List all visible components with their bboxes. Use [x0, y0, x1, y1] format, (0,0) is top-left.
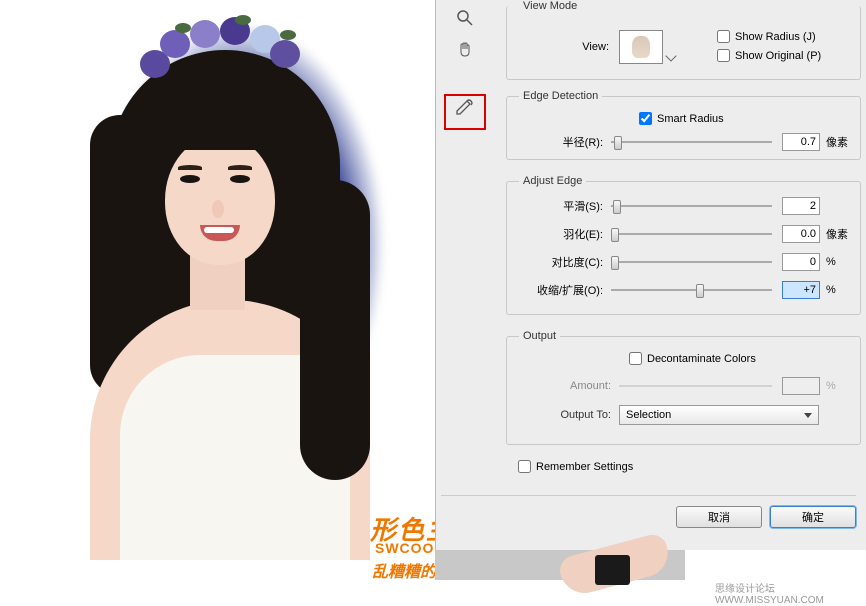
shift-edge-unit: % [820, 284, 848, 296]
remember-settings-checkbox[interactable] [518, 460, 531, 473]
cancel-button[interactable]: 取消 [676, 506, 762, 528]
amount-input [782, 377, 820, 395]
edge-detection-group: Edge Detection Smart Radius 半径(R): 像素 [506, 90, 861, 160]
output-to-select[interactable]: Selection [619, 405, 819, 425]
output-group: Output Decontaminate Colors Amount: % Ou… [506, 330, 861, 445]
show-original-label: Show Original (P) [735, 50, 821, 62]
chevron-down-icon [665, 50, 676, 61]
contrast-slider[interactable] [611, 254, 772, 270]
shift-edge-input[interactable] [782, 281, 820, 299]
tool-highlight-box [444, 94, 486, 130]
shift-edge-label: 收缩/扩展(O): [519, 282, 611, 298]
adjust-edge-legend: Adjust Edge [519, 175, 586, 187]
radius-input[interactable] [782, 133, 820, 151]
refine-edge-dialog: View Mode View: Show Radius (J) Show Ori… [435, 0, 866, 550]
feather-input[interactable] [782, 225, 820, 243]
output-to-label: Output To: [519, 409, 619, 421]
contrast-label: 对比度(C): [519, 254, 611, 270]
view-mode-dropdown[interactable] [619, 30, 663, 64]
radius-slider[interactable] [611, 134, 772, 150]
output-legend: Output [519, 330, 560, 342]
view-mode-legend: View Mode [519, 0, 581, 12]
adjust-edge-group: Adjust Edge 平滑(S): 羽化(E): 像素 对比度(C): % 收… [506, 175, 861, 315]
output-to-value: Selection [626, 409, 671, 421]
smart-radius-checkbox[interactable] [639, 112, 652, 125]
hand-tool[interactable] [451, 37, 479, 63]
edge-detection-legend: Edge Detection [519, 90, 602, 102]
show-radius-label: Show Radius (J) [735, 31, 816, 43]
contrast-unit: % [820, 256, 848, 268]
photo-subject [40, 0, 400, 560]
show-original-checkbox[interactable] [717, 49, 730, 62]
smooth-slider[interactable] [611, 198, 772, 214]
smooth-label: 平滑(S): [519, 198, 611, 214]
feather-unit: 像素 [820, 226, 848, 242]
zoom-tool[interactable] [451, 5, 479, 31]
camera-silhouette [595, 555, 630, 585]
feather-label: 羽化(E): [519, 226, 611, 242]
smooth-input[interactable] [782, 197, 820, 215]
view-mode-group: View Mode View: Show Radius (J) Show Ori… [506, 0, 861, 80]
radius-unit: 像素 [820, 134, 848, 150]
chevron-down-icon [804, 413, 812, 418]
smart-radius-label: Smart Radius [657, 113, 724, 125]
show-radius-checkbox[interactable] [717, 30, 730, 43]
feather-slider[interactable] [611, 226, 772, 242]
radius-label: 半径(R): [519, 134, 611, 150]
amount-slider [619, 378, 772, 394]
amount-unit: % [820, 380, 848, 392]
remember-settings-label: Remember Settings [536, 461, 633, 473]
shift-edge-slider[interactable] [611, 282, 772, 298]
contrast-input[interactable] [782, 253, 820, 271]
canvas-preview[interactable] [0, 0, 435, 594]
footer-credit: 思缘设计论坛 WWW.MISSYUAN.COM [715, 580, 866, 606]
decontaminate-label: Decontaminate Colors [647, 353, 756, 365]
view-label: View: [519, 41, 619, 53]
amount-label: Amount: [519, 380, 619, 392]
ok-button[interactable]: 确定 [770, 506, 856, 528]
decontaminate-checkbox[interactable] [629, 352, 642, 365]
